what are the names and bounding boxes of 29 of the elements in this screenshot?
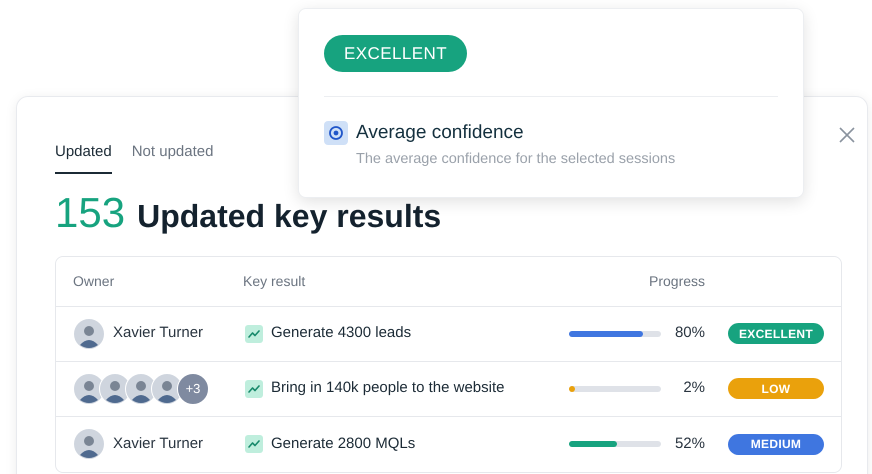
trend-icon <box>245 324 263 342</box>
owner-name: Xavier Turner <box>113 434 204 454</box>
confidence-badge: EXCELLENT <box>324 35 468 72</box>
progress-percent: 80% <box>674 323 705 344</box>
owner-name: Xavier Turner <box>113 323 204 344</box>
trend-icon <box>245 435 263 453</box>
confidence-badge: LOW <box>728 378 824 399</box>
trend-icon <box>245 380 263 398</box>
confidence-badge: EXCELLENT <box>728 323 824 344</box>
key-result-title: Generate 2800 MQLs <box>271 434 416 454</box>
key-result-title: Bring in 140k people to the website <box>271 378 504 398</box>
column-header: Owner <box>73 272 116 290</box>
target-icon[interactable] <box>324 121 348 145</box>
option-title: Average confidence <box>356 121 525 145</box>
close-icon[interactable] <box>837 125 857 145</box>
tab[interactable]: Not updated <box>132 141 214 174</box>
column-header: Key result <box>243 272 306 291</box>
avatar-icon <box>73 318 105 350</box>
column-header: Progress <box>649 272 706 291</box>
confidence-badge: MEDIUM <box>728 434 824 454</box>
avatar-icon <box>73 428 105 460</box>
progress-percent: 2% <box>682 378 705 398</box>
page-heading: Updated key results <box>137 200 442 232</box>
key-result-title: Generate 4300 leads <box>271 323 412 344</box>
result-count: 153 <box>55 192 126 234</box>
progress-percent: 52% <box>674 434 705 454</box>
more-owners-count: +3 <box>177 372 209 404</box>
tab[interactable]: Updated <box>55 141 112 174</box>
option-description: The average confidence for the selected sessions <box>356 150 676 169</box>
